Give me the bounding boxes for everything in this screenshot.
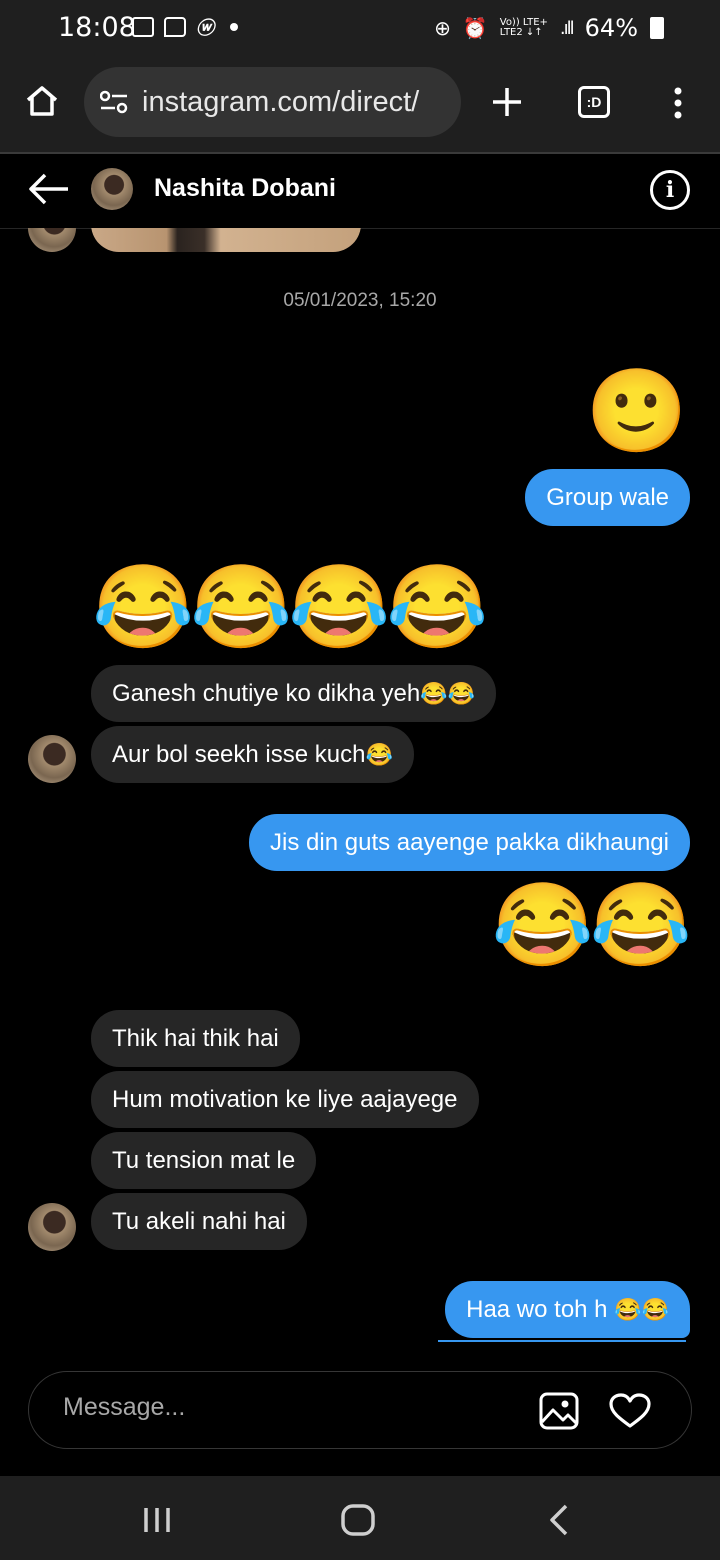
outgoing-message[interactable]: Jis din guts aayenge pakka dikhaungi [249, 814, 690, 871]
tab-switcher-button[interactable]: :D [578, 86, 610, 118]
status-time: 18:08 [58, 12, 136, 43]
plus-icon[interactable] [491, 86, 523, 118]
network-indicator: Vo)) LTE+ LTE2 ↓↑ [499, 17, 548, 38]
battery-icon [650, 17, 664, 39]
emoji-message[interactable]: 😂😂 [492, 878, 692, 974]
site-settings-icon[interactable] [100, 90, 128, 114]
system-status: ⊕ ⏰ Vo)) LTE+ LTE2 ↓↑ .ıll 64% [434, 14, 664, 42]
notification-icons: ⓦ [132, 14, 238, 40]
message-composer[interactable]: Message... [28, 1371, 692, 1449]
browser-toolbar: instagram.com/direct/ :D [0, 56, 720, 154]
system-nav-bar [0, 1476, 720, 1560]
more-notifications-dot [230, 23, 238, 31]
alarm-icon: ⏰ [462, 16, 488, 40]
incoming-message[interactable]: Tu akeli nahi hai [91, 1193, 307, 1250]
avatar[interactable] [91, 168, 133, 210]
message-input[interactable]: Message... [63, 1393, 185, 1422]
shared-image[interactable] [91, 228, 361, 252]
avatar[interactable] [28, 1203, 76, 1251]
chat-header: Nashita Dobani i [0, 154, 720, 229]
recent-apps-icon[interactable] [142, 1506, 172, 1534]
incoming-message[interactable]: Tu tension mat le [91, 1132, 317, 1189]
heart-icon[interactable] [609, 1393, 651, 1429]
url-text[interactable]: instagram.com/direct/ [142, 86, 457, 119]
home-icon[interactable] [24, 83, 60, 119]
battery-percent: 64% [584, 14, 638, 42]
more-vert-icon[interactable] [671, 86, 685, 120]
contact-name[interactable]: Nashita Dobani [154, 174, 336, 203]
image-icon[interactable] [539, 1392, 579, 1430]
status-bar: 18:08 ⓦ ⊕ ⏰ Vo)) LTE+ LTE2 ↓↑ .ıll 64% [0, 0, 720, 56]
app-notification-icon: ⓦ [196, 18, 214, 38]
emoji-message[interactable]: 🙂 [586, 364, 688, 460]
incoming-message[interactable]: Ganesh chutiye ko dikha yeh😂😂 [91, 665, 496, 722]
incoming-message[interactable]: Hum motivation ke liye aajayege [91, 1071, 479, 1128]
outgoing-message[interactable]: Haa wo toh h 😂😂 [445, 1281, 690, 1338]
incoming-message[interactable]: Thik hai thik hai [91, 1010, 300, 1067]
message-notification-icon [164, 17, 186, 37]
address-bar[interactable]: instagram.com/direct/ [84, 67, 461, 137]
battery-saver-icon: ⊕ [434, 16, 451, 40]
avatar [28, 228, 76, 252]
avatar[interactable] [28, 735, 76, 783]
incoming-message[interactable]: Aur bol seekh isse kuch😂 [91, 726, 414, 783]
gallery-notification-icon [132, 17, 154, 37]
message-timestamp: 05/01/2023, 15:20 [283, 290, 437, 311]
emoji-message[interactable]: 😂😂😂😂 [92, 560, 488, 656]
back-nav-icon[interactable] [548, 1504, 570, 1536]
outgoing-message[interactable]: Group wale [525, 469, 690, 526]
message-divider [438, 1340, 686, 1342]
signal-icon: .ıll [559, 17, 575, 39]
info-icon[interactable]: i [650, 170, 690, 210]
home-nav-icon[interactable] [340, 1504, 376, 1536]
back-arrow-icon[interactable] [28, 172, 70, 206]
